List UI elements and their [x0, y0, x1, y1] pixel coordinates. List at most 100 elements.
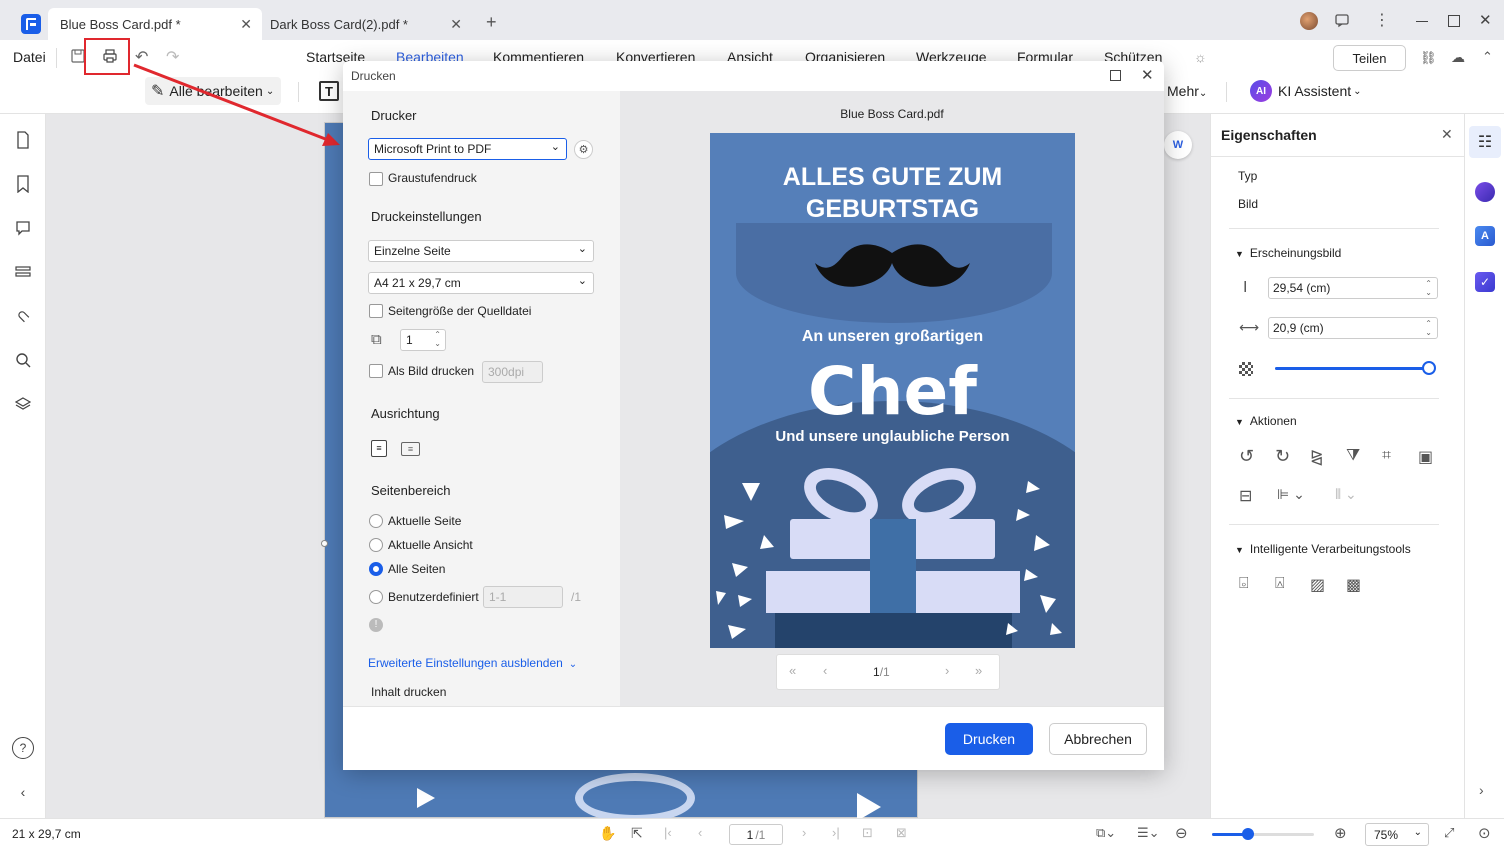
- source-size-checkbox[interactable]: [369, 304, 383, 318]
- prev-page-icon[interactable]: ‹: [698, 825, 702, 840]
- prev-page-icon[interactable]: ‹: [823, 663, 827, 678]
- dpi-value: 300dpi: [488, 365, 525, 379]
- page-total: /1: [755, 827, 766, 842]
- ocr-icon[interactable]: ⌻: [1239, 575, 1249, 593]
- flip-vertical-icon[interactable]: ⧩: [1346, 447, 1360, 465]
- align-icon[interactable]: ⊫ ⌄: [1277, 486, 1305, 503]
- first-page-icon[interactable]: «: [789, 663, 796, 678]
- close-icon[interactable]: ✕: [1441, 126, 1453, 143]
- landscape-button[interactable]: ≡: [401, 442, 420, 456]
- rotate-right-icon[interactable]: ↻: [1275, 446, 1290, 467]
- height-icon: I: [1243, 279, 1248, 296]
- info-icon[interactable]: !: [369, 618, 383, 632]
- remove-background-icon[interactable]: ▩: [1346, 575, 1361, 595]
- last-page-icon[interactable]: »: [975, 663, 982, 678]
- select-tool-icon[interactable]: ⇱: [631, 825, 643, 842]
- page-mode-value: Einzelne Seite: [374, 244, 451, 258]
- spinner-icon[interactable]: ⌃ ⌄: [434, 330, 441, 348]
- cancel-button[interactable]: Abbrechen: [1049, 723, 1147, 755]
- advanced-settings-toggle[interactable]: Erweiterte Einstellungen ausblenden ⌄: [368, 656, 577, 670]
- opacity-slider[interactable]: [1275, 361, 1436, 375]
- appearance-section[interactable]: ▼ Erscheinungsbild: [1235, 246, 1341, 260]
- zoom-select[interactable]: 75% ⌄: [1365, 823, 1429, 846]
- fullscreen-icon[interactable]: ⤢: [1444, 825, 1454, 841]
- actions-section[interactable]: ▼ Aktionen: [1235, 414, 1297, 428]
- preview-page-current: 1: [873, 665, 880, 679]
- next-page-icon[interactable]: ›: [802, 825, 806, 840]
- printer-section-title: Drucker: [371, 108, 417, 123]
- page-layout-icon[interactable]: ⧉⌄: [1096, 825, 1116, 841]
- checklist-icon[interactable]: ✓: [1475, 272, 1495, 292]
- hand-tool-icon[interactable]: ✋: [599, 825, 616, 842]
- range-current-view-radio[interactable]: [369, 538, 383, 552]
- print-button[interactable]: Drucken: [945, 723, 1033, 755]
- zoom-out-icon[interactable]: ⊖: [1175, 824, 1188, 842]
- opacity-thumb[interactable]: [1422, 361, 1436, 375]
- content-print-text: Inhalt drucken: [371, 685, 447, 699]
- preview-pagination: « ‹ 1/1 › »: [776, 654, 1000, 690]
- view-mode-icon[interactable]: ☰⌄: [1137, 825, 1160, 841]
- dialog-title: Drucken: [351, 69, 396, 83]
- height-value: 29,54 (cm): [1273, 281, 1331, 295]
- close-dialog-icon[interactable]: ✕: [1141, 66, 1154, 84]
- paper-size-select[interactable]: A4 21 x 29,7 cm ⌄: [368, 272, 594, 294]
- width-value: 20,9 (cm): [1273, 321, 1324, 335]
- preview-page-total: /1: [879, 665, 890, 679]
- zoom-thumb[interactable]: [1242, 828, 1254, 840]
- printer-settings-icon[interactable]: ⚙: [574, 140, 593, 159]
- copies-value: 1: [406, 333, 413, 347]
- range-all-pages-radio[interactable]: [369, 562, 383, 576]
- enhance-image-icon[interactable]: ▨: [1310, 575, 1325, 595]
- chevron-down-icon: ⌄: [550, 141, 560, 153]
- flip-horizontal-icon[interactable]: ⧎: [1310, 447, 1323, 467]
- range-custom-radio[interactable]: [369, 590, 383, 604]
- printer-select[interactable]: Microsoft Print to PDF ⌄: [368, 138, 567, 160]
- type-label: Typ: [1238, 169, 1258, 183]
- appearance-label: Erscheinungsbild: [1249, 246, 1342, 260]
- copies-input[interactable]: 1 ⌃ ⌄: [400, 329, 446, 351]
- crop-icon[interactable]: ⌗: [1382, 447, 1391, 465]
- zoom-in-icon[interactable]: ⊕: [1334, 824, 1347, 842]
- properties-tab[interactable]: ☷: [1469, 126, 1501, 158]
- print-settings-panel: Drucker Microsoft Print to PDF ⌄ ⚙ Graust…: [343, 91, 620, 706]
- width-icon: ⟷: [1239, 319, 1260, 335]
- expand-right-icon[interactable]: ›: [1479, 782, 1484, 798]
- rotate-left-icon[interactable]: ↺: [1239, 446, 1254, 467]
- replace-image-icon[interactable]: ▣: [1418, 447, 1433, 467]
- height-input[interactable]: 29,54 (cm) ⌃ ⌄: [1268, 277, 1438, 299]
- distribute-icon: ⦀ ⌄: [1335, 486, 1357, 502]
- page-mode-select[interactable]: Einzelne Seite ⌄: [368, 240, 594, 262]
- ai-robot-icon[interactable]: [1475, 182, 1495, 202]
- extract-image-icon[interactable]: ⊟: [1239, 486, 1252, 506]
- portrait-button[interactable]: ≡: [371, 440, 387, 457]
- page-input[interactable]: 1/1: [729, 824, 783, 845]
- card-tagline: Und unsere unglaubliche Person: [775, 428, 1010, 445]
- preview-page-indicator[interactable]: 1/1: [873, 665, 890, 679]
- advanced-toggle-label: Erweiterte Einstellungen ausblenden: [368, 656, 563, 670]
- width-input[interactable]: 20,9 (cm) ⌃ ⌄: [1268, 317, 1438, 339]
- as-image-checkbox[interactable]: [369, 364, 383, 378]
- custom-range-placeholder: 1-1: [489, 590, 507, 604]
- fit-width-icon[interactable]: ⊠: [896, 825, 907, 841]
- spinner-icon[interactable]: ⌃ ⌄: [1425, 279, 1432, 297]
- zoom-slider[interactable]: [1212, 828, 1314, 840]
- maximize-dialog-icon[interactable]: [1110, 70, 1121, 81]
- translate-image-icon[interactable]: ⍓: [1275, 575, 1285, 593]
- smart-tools-section[interactable]: ▼ Intelligente Verarbeitungstools: [1235, 542, 1411, 556]
- source-size-label: Seitengröße der Quelldatei: [388, 304, 532, 318]
- first-page-icon[interactable]: |‹: [664, 825, 672, 840]
- panel-divider: [1229, 228, 1439, 229]
- fit-page-icon[interactable]: ⊡: [862, 825, 873, 841]
- as-image-label: Als Bild drucken: [388, 364, 475, 378]
- custom-range-total: /1: [571, 590, 582, 604]
- properties-panel: Eigenschaften ✕ Typ Bild ▼ Erscheinungsbi…: [1210, 114, 1465, 818]
- chevron-down-icon: ⌄: [568, 659, 578, 670]
- grayscale-label: Graustufendruck: [388, 171, 477, 185]
- next-page-icon[interactable]: ›: [945, 663, 949, 678]
- range-current-page-radio[interactable]: [369, 514, 383, 528]
- last-page-icon[interactable]: ›|: [832, 825, 840, 840]
- spinner-icon[interactable]: ⌃ ⌄: [1425, 319, 1432, 337]
- accessibility-icon[interactable]: ⊙: [1478, 824, 1491, 842]
- translate-tool-icon[interactable]: A: [1475, 226, 1495, 246]
- grayscale-checkbox[interactable]: [369, 172, 383, 186]
